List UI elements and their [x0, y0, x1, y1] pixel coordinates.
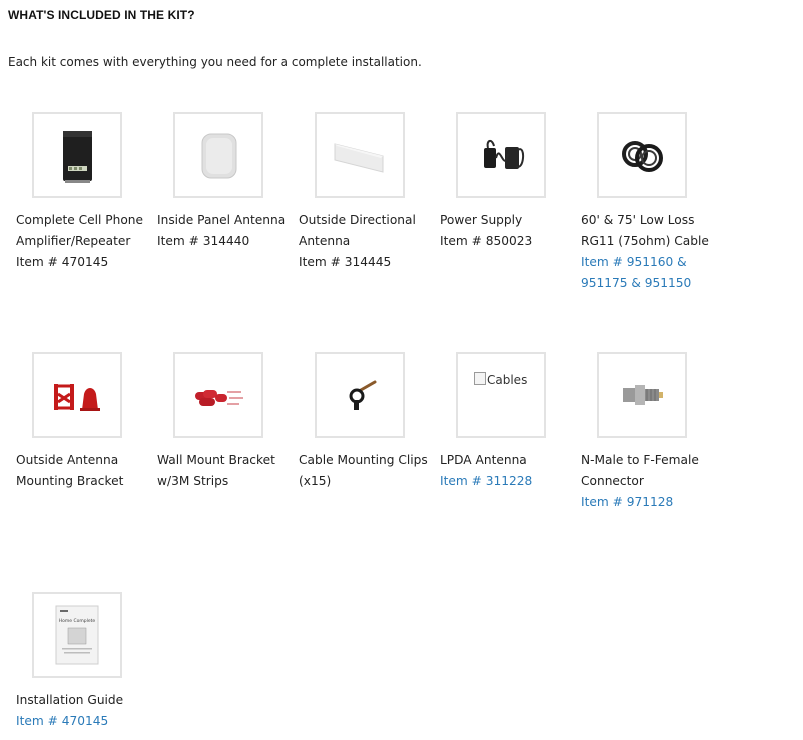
broken-image-alt-text: Cables [487, 373, 528, 387]
kit-item-outside-directional-antenna: Outside Directional Antenna Item # 31444… [299, 112, 431, 273]
item-label: Power Supply [440, 213, 523, 227]
item-thumbnail[interactable]: Home Complete [32, 592, 122, 678]
section-heading: WHAT'S INCLUDED IN THE KIT? [8, 8, 195, 22]
item-thumbnail[interactable]: Cables [456, 352, 546, 438]
mounting-bracket-icon [54, 384, 100, 411]
connector-icon [623, 385, 663, 405]
item-code-link[interactable]: Item # 311228 [440, 471, 572, 492]
item-thumbnail[interactable] [597, 352, 687, 438]
item-code: Item # 314445 [299, 255, 392, 269]
guide-cover-title: Home Complete [59, 618, 96, 624]
item-code-link[interactable]: Item # 470145 [16, 711, 148, 732]
kit-item-power-supply: Power Supply Item # 850023 [440, 112, 572, 252]
cable-clip-icon [349, 380, 377, 410]
adhesive-strips-icon [195, 390, 243, 406]
kit-item-cable: 60' & 75' Low Loss RG11 (75ohm) Cable It… [581, 112, 713, 294]
item-label: LPDA Antenna [440, 453, 527, 467]
kit-item-amplifier: Complete Cell Phone Amplifier/Repeater I… [16, 112, 148, 273]
cable-coil-icon [622, 141, 663, 172]
item-label: 60' & 75' Low Loss RG11 (75ohm) Cable [581, 213, 709, 248]
item-code: Item # 850023 [440, 234, 533, 248]
item-code-link[interactable]: Item # 951160 & 951175 & 951150 [581, 252, 713, 294]
directional-antenna-icon [334, 143, 384, 173]
item-thumbnail[interactable] [315, 352, 405, 438]
broken-image-icon [474, 372, 486, 385]
kit-item-cable-clips: Cable Mounting Clips (x15) [299, 352, 431, 492]
item-label: Outside Antenna Mounting Bracket [16, 453, 124, 488]
item-label: Outside Directional Antenna [299, 213, 416, 248]
panel-antenna-icon [201, 133, 237, 179]
item-label: Installation Guide [16, 693, 124, 707]
item-thumbnail[interactable] [597, 112, 687, 198]
item-label: N-Male to F-Female Connector [581, 453, 699, 488]
item-label: Cable Mounting Clips (x15) [299, 453, 428, 488]
amplifier-icon [63, 131, 92, 183]
item-code: Item # 314440 [157, 234, 250, 248]
item-thumbnail[interactable] [32, 112, 122, 198]
intro-text: Each kit comes with everything you need … [8, 55, 422, 69]
item-label: Inside Panel Antenna [157, 213, 286, 227]
item-thumbnail[interactable] [173, 352, 263, 438]
kit-item-installation-guide: Home Complete Installation Guide Item # … [16, 592, 148, 732]
kit-item-connector: N-Male to F-Female Connector Item # 9711… [581, 352, 713, 513]
item-label: Wall Mount Bracket w/3M Strips [157, 453, 275, 488]
broken-image-placeholder: Cables [474, 372, 527, 387]
item-label: Complete Cell Phone Amplifier/Repeater [16, 213, 144, 248]
item-thumbnail[interactable] [456, 112, 546, 198]
item-thumbnail[interactable] [173, 112, 263, 198]
kit-item-wall-mount-bracket: Wall Mount Bracket w/3M Strips [157, 352, 289, 492]
item-code-link[interactable]: Item # 971128 [581, 492, 713, 513]
power-supply-icon [484, 140, 524, 169]
kit-item-outside-antenna-bracket: Outside Antenna Mounting Bracket [16, 352, 148, 492]
guide-booklet-icon: Home Complete [55, 605, 99, 665]
item-thumbnail[interactable] [32, 352, 122, 438]
item-thumbnail[interactable] [315, 112, 405, 198]
kit-item-inside-panel-antenna: Inside Panel Antenna Item # 314440 [157, 112, 289, 252]
item-code: Item # 470145 [16, 255, 109, 269]
kit-item-lpda-antenna: Cables LPDA Antenna Item # 311228 [440, 352, 572, 492]
